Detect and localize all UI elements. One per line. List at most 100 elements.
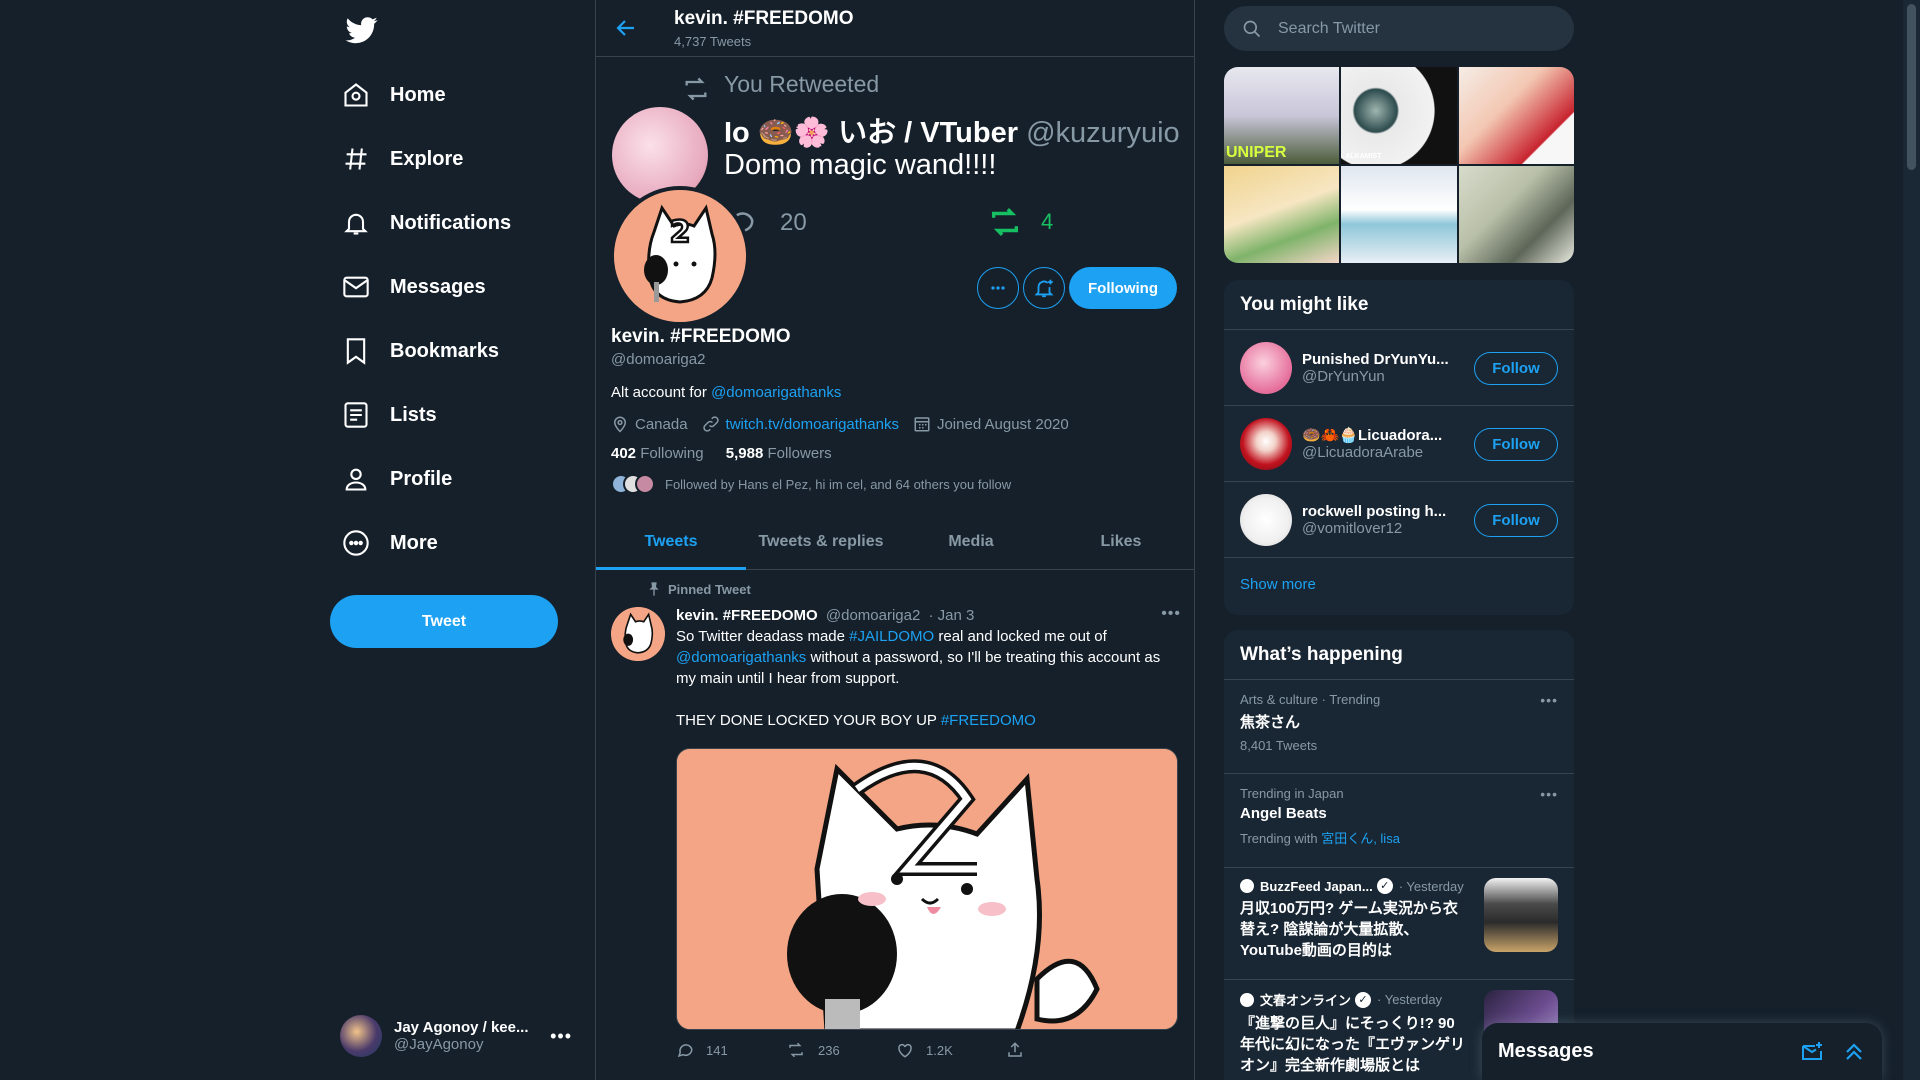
tab-tweets-replies[interactable]: Tweets & replies (746, 516, 896, 569)
trending-with-links[interactable]: 宮田くん, lisa (1321, 831, 1400, 846)
profile-website: twitch.tv/domoarigathanks (702, 415, 899, 433)
user-handle: @vomitlover12 (1302, 519, 1403, 537)
nav-bookmarks[interactable]: Bookmarks (328, 325, 513, 377)
location-pin-icon (613, 416, 627, 433)
tab-likes[interactable]: Likes (1046, 516, 1194, 569)
more-options-button[interactable] (977, 267, 1019, 309)
profile-column: kevin. #FREEDOMO 4,737 Tweets You Retwee… (595, 0, 1195, 1080)
pinned-tweet[interactable]: Pinned Tweet kevin. #FREEDOMO @domoariga… (596, 571, 1194, 1080)
search-input[interactable] (1278, 19, 1538, 38)
trending-with-label: Trending with (1240, 831, 1318, 846)
share-icon (1008, 1042, 1022, 1057)
trend-more-icon[interactable]: ••• (1540, 692, 1558, 708)
banner-tweet-text: Domo magic wand!!!! (724, 149, 997, 181)
more-dots-icon (991, 286, 1005, 290)
nav-lists[interactable]: Lists (328, 389, 451, 441)
follow-button[interactable]: Follow (1474, 428, 1558, 461)
account-name: Jay Agonoy / kee... (394, 1019, 529, 1036)
media-caption: UNIPER (1226, 144, 1287, 161)
banner-author-handle: @kuzuryuio (1026, 117, 1180, 149)
news-item[interactable]: BuzzFeed Japan... ✓ · Yesterday 月収100万円? ゲ… (1224, 868, 1574, 980)
retweet-action[interactable]: 236 (786, 1041, 896, 1059)
user-avatar (1240, 417, 1292, 470)
messages-drawer[interactable]: Messages (1482, 1023, 1882, 1080)
website-link[interactable]: twitch.tv/domoarigathanks (726, 416, 899, 433)
nav-explore[interactable]: Explore (328, 133, 477, 185)
source-logo (1240, 992, 1254, 1007)
follow-button[interactable]: Follow (1474, 504, 1558, 537)
who-to-follow-card: You might like Punished DrYunYu... @DrYun… (1224, 280, 1574, 615)
twitter-logo-icon[interactable] (342, 14, 382, 46)
tweet-media-image[interactable] (676, 748, 1178, 1030)
following-button[interactable]: Following (1069, 267, 1177, 309)
hashtag-link[interactable]: #JAILDOMO (849, 628, 934, 645)
media-thumb[interactable] (1458, 166, 1574, 263)
following-stat[interactable]: 402 Following (611, 445, 704, 462)
like-count: 1.2K (926, 1042, 953, 1058)
media-caption: ALKAMIST (1345, 153, 1382, 160)
tab-media[interactable]: Media (896, 516, 1046, 569)
suggested-user[interactable]: 🍩🦀🧁Licuadora... @LicuadoraArabe Follow (1224, 406, 1574, 482)
user-name: rockwell posting h... (1302, 502, 1447, 520)
media-thumb[interactable] (1341, 166, 1457, 263)
following-count: 402 (611, 445, 637, 462)
profile-joined: Joined August 2020 (913, 415, 1069, 433)
profile-avatar[interactable]: 2 (610, 186, 750, 326)
share-action[interactable] (1006, 1041, 1116, 1059)
media-thumb[interactable]: UNIPER (1224, 67, 1340, 164)
account-switcher[interactable]: Jay Agonoy / kee... @JayAgonoy ••• (340, 1010, 590, 1062)
followers-stat[interactable]: 5,988 Followers (726, 445, 832, 462)
tweet-avatar[interactable] (611, 607, 665, 661)
new-message-icon[interactable] (1800, 1040, 1824, 1064)
trend-count: 8,401 Tweets (1240, 738, 1318, 753)
expand-up-icon[interactable] (1842, 1040, 1866, 1064)
trend-item[interactable]: Arts & culture · Trending 焦茶さん 8,401 Twe… (1224, 680, 1574, 774)
notify-button[interactable] (1023, 267, 1065, 309)
nav-home[interactable]: Home (328, 69, 460, 121)
nav-more[interactable]: More (328, 517, 452, 569)
trend-more-icon[interactable]: ••• (1540, 786, 1558, 802)
nav-lists-label: Lists (390, 403, 437, 426)
tweet-button[interactable]: Tweet (330, 595, 558, 648)
hashtag-link[interactable]: #FREEDOMO (941, 712, 1036, 729)
media-thumb[interactable] (1458, 67, 1574, 164)
nav-notifications-label: Notifications (390, 211, 512, 234)
nav-more-label: More (390, 531, 438, 554)
profile-stats: 402 Following 5,988 Followers (611, 445, 1181, 462)
tweet-more-icon[interactable]: ••• (1161, 605, 1181, 623)
mention-link[interactable]: @domoarigathanks (676, 649, 806, 666)
followed-by[interactable]: Followed by Hans el Pez, hi im cel, and … (611, 474, 1181, 494)
nav-notifications[interactable]: Notifications (328, 197, 525, 249)
whats-happening-title: What’s happening (1224, 630, 1574, 680)
tweet-author-name[interactable]: kevin. #FREEDOMO (676, 607, 818, 624)
media-thumb[interactable]: ALKAMIST (1341, 67, 1457, 164)
follow-button[interactable]: Follow (1474, 352, 1558, 385)
news-thumbnail (1484, 878, 1558, 952)
scrollbar-thumb[interactable] (1907, 4, 1916, 170)
tweet-header: kevin. #FREEDOMO @domoariga2 · Jan 3 (676, 607, 1181, 624)
reply-action[interactable]: 141 (676, 1041, 786, 1059)
trend-meta: Trending in Japan (1240, 786, 1344, 801)
search-box[interactable] (1224, 6, 1574, 51)
tweet-author-handle: @domoariga2 (825, 607, 921, 624)
suggested-user[interactable]: Punished DrYunYu... @DrYunYun Follow (1224, 330, 1574, 406)
profile-header-bar: kevin. #FREEDOMO 4,737 Tweets (596, 0, 1194, 57)
profile-meta: Canada twitch.tv/domoarigathanks Joined … (611, 415, 1181, 433)
like-action[interactable]: 1.2K (896, 1041, 1006, 1059)
bell-plus-icon (1034, 279, 1054, 298)
show-more-link[interactable]: Show more (1224, 558, 1574, 612)
nav-profile[interactable]: Profile (328, 453, 466, 505)
media-thumb[interactable] (1224, 166, 1340, 263)
nav-messages[interactable]: Messages (328, 261, 500, 313)
messages-drawer-title: Messages (1498, 1040, 1594, 1062)
tab-tweets[interactable]: Tweets (596, 516, 746, 570)
suggested-user[interactable]: rockwell posting h... @vomitlover12 Follo… (1224, 482, 1574, 558)
page-scrollbar[interactable] (1903, 0, 1920, 1080)
back-arrow-icon[interactable] (614, 16, 638, 40)
tweet-date[interactable]: · Jan 3 (929, 607, 975, 624)
user-name: Punished DrYunYu... (1302, 350, 1449, 368)
reply-icon (677, 1044, 693, 1058)
banner-reply-count: 20 (780, 209, 807, 236)
trend-item[interactable]: Trending in Japan Angel Beats Trending w… (1224, 774, 1574, 868)
bio-mention-link[interactable]: @domoarigathanks (711, 384, 841, 401)
